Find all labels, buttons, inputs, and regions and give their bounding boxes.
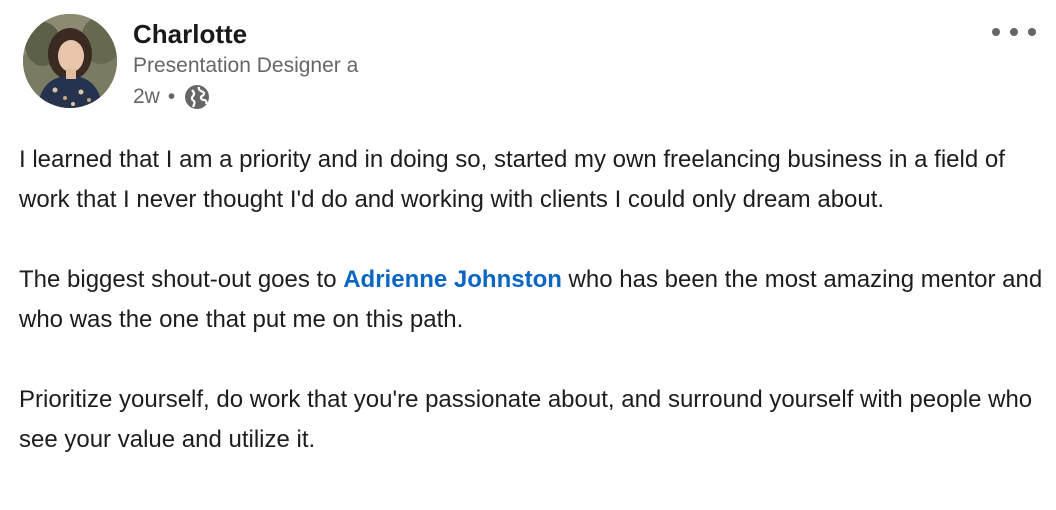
author-info: Charlotte Presentation Designer a 2w •	[133, 18, 395, 112]
more-options-icon	[992, 28, 1000, 36]
post-paragraph-1: I learned that I am a priority and in do…	[19, 146, 1005, 213]
author-headline-text: Presentation Designer a	[133, 54, 359, 77]
more-options-button[interactable]	[992, 18, 1036, 46]
mention-link[interactable]: Adrienne Johnston	[343, 266, 562, 293]
avatar-photo	[23, 14, 117, 108]
author-name[interactable]: Charlotte	[133, 18, 395, 50]
paragraph-2-start: The biggest shout-out goes to	[19, 266, 344, 293]
author-headline: Presentation Designer a	[133, 51, 395, 81]
post-paragraph-3: Prioritize yourself, do work that you're…	[19, 386, 1033, 453]
more-options-dot	[1028, 28, 1036, 36]
post-body: I learned that I am a priority and in do…	[19, 140, 1044, 500]
post-time: 2w	[133, 85, 160, 108]
post-meta: 2w •	[133, 82, 395, 112]
globe-icon	[183, 83, 211, 111]
post-paragraph-2: The biggest shout-out goes to Adrienne J…	[19, 260, 1044, 340]
meta-separator: •	[167, 85, 176, 108]
more-options-dot	[1010, 28, 1018, 36]
feed-post: Charlotte Presentation Designer a 2w • I…	[0, 0, 1056, 510]
avatar[interactable]	[23, 14, 117, 108]
headline-fade	[381, 51, 395, 81]
